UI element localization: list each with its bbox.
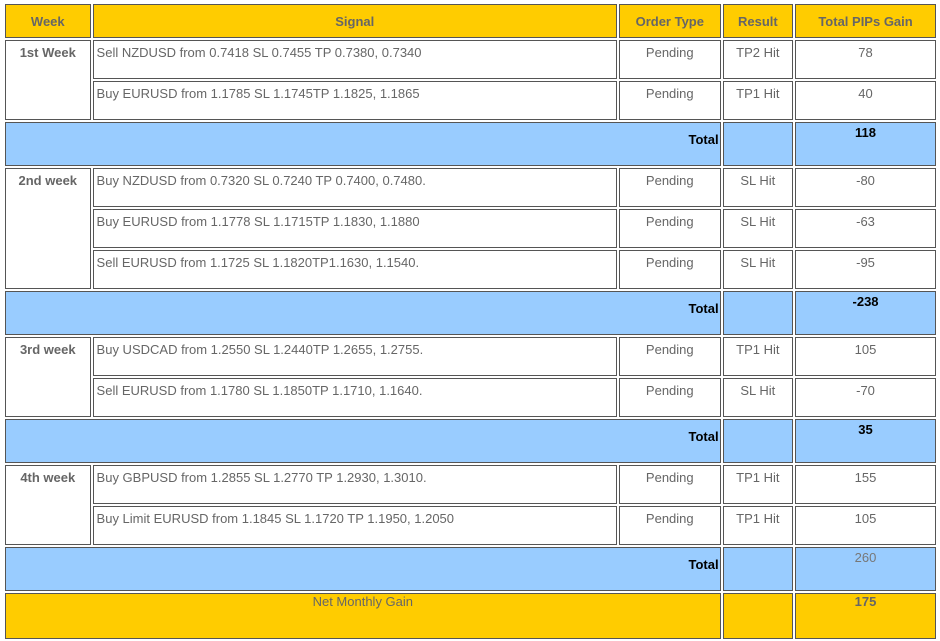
header-row: Week Signal Order Type Result Total PIPs… — [5, 4, 936, 38]
net-gain-row: Net Monthly Gain 175 — [5, 593, 936, 639]
table-row: 3rd week Buy USDCAD from 1.2550 SL 1.244… — [5, 337, 936, 417]
table-row: Buy EURUSD from 1.1785 SL 1.1745TP 1.182… — [5, 81, 936, 120]
signal-cell: Buy EURUSD from 1.1778 SL 1.1715TP 1.183… — [92, 209, 617, 248]
order-type-cell: Pending — [618, 506, 721, 545]
total-row: Total 35 — [5, 419, 936, 463]
pips-cell: -95 — [795, 250, 936, 289]
result-cell: TP2 Hit — [722, 40, 794, 79]
net-gain-spacer — [722, 593, 794, 639]
signal-cell: Sell EURUSD from 1.1780 SL 1.1850TP 1.17… — [92, 378, 617, 417]
pips-cell: -63 — [795, 209, 936, 248]
result-cell: TP1 Hit — [722, 337, 794, 376]
result-cell: TP1 Hit — [722, 506, 794, 545]
week-label: 3rd week — [5, 337, 91, 417]
total-row: Total 260 — [5, 547, 936, 591]
total-value: 260 — [795, 547, 936, 591]
pips-cell: -70 — [795, 378, 936, 417]
result-cell: TP1 Hit — [722, 465, 794, 504]
signal-cell: Buy EURUSD from 1.1785 SL 1.1745TP 1.182… — [92, 81, 617, 120]
week-label: 2nd week — [5, 168, 91, 289]
signal-cell: Buy NZDUSD from 0.7320 SL 0.7240 TP 0.74… — [92, 168, 617, 207]
order-type-cell: Pending — [618, 209, 721, 248]
order-type-cell: Pending — [618, 465, 721, 504]
total-label: Total — [5, 547, 721, 591]
total-label: Total — [5, 419, 721, 463]
order-type-cell: Pending — [618, 81, 721, 120]
total-spacer — [722, 291, 794, 335]
order-type-cell: Pending — [618, 337, 721, 376]
total-value: 35 — [795, 419, 936, 463]
total-label: Total — [5, 122, 721, 166]
table-row: 4th week Buy GBPUSD from 1.2855 SL 1.277… — [5, 465, 936, 545]
header-result: Result — [722, 4, 794, 38]
net-gain-label: Net Monthly Gain — [5, 593, 721, 639]
header-order-type: Order Type — [618, 4, 721, 38]
total-row: Total -238 — [5, 291, 936, 335]
total-spacer — [722, 122, 794, 166]
order-type-cell: Pending — [618, 250, 721, 289]
table-row: Sell EURUSD from 1.1780 SL 1.1850TP 1.17… — [5, 378, 936, 417]
total-value: -238 — [795, 291, 936, 335]
pips-cell: 40 — [795, 81, 936, 120]
order-type-cell: Pending — [618, 378, 721, 417]
header-signal: Signal — [92, 4, 617, 38]
total-spacer — [722, 419, 794, 463]
week-label: 4th week — [5, 465, 91, 545]
total-spacer — [722, 547, 794, 591]
week-label: 1st Week — [5, 40, 91, 120]
result-cell: SL Hit — [722, 209, 794, 248]
signal-cell: Buy GBPUSD from 1.2855 SL 1.2770 TP 1.29… — [92, 465, 617, 504]
header-total-pips: Total PIPs Gain — [795, 4, 936, 38]
result-cell: TP1 Hit — [722, 81, 794, 120]
table-row: Sell EURUSD from 1.1725 SL 1.1820TP1.163… — [5, 250, 936, 289]
pips-cell: 155 — [795, 465, 936, 504]
order-type-cell: Pending — [618, 40, 721, 79]
result-cell: SL Hit — [722, 378, 794, 417]
total-row: Total 118 — [5, 122, 936, 166]
order-type-cell: Pending — [618, 168, 721, 207]
result-cell: SL Hit — [722, 168, 794, 207]
signal-cell: Buy USDCAD from 1.2550 SL 1.2440TP 1.265… — [92, 337, 617, 376]
table-row: 1st Week Sell NZDUSD from 0.7418 SL 0.74… — [5, 40, 936, 120]
header-week: Week — [5, 4, 91, 38]
pips-cell: 105 — [795, 337, 936, 376]
pips-cell: 78 — [795, 40, 936, 79]
net-gain-value: 175 — [795, 593, 936, 639]
signal-cell: Sell NZDUSD from 0.7418 SL 0.7455 TP 0.7… — [92, 40, 617, 79]
signal-cell: Sell EURUSD from 1.1725 SL 1.1820TP1.163… — [92, 250, 617, 289]
pips-cell: 105 — [795, 506, 936, 545]
table-row: Buy EURUSD from 1.1778 SL 1.1715TP 1.183… — [5, 209, 936, 248]
table-row: Buy Limit EURUSD from 1.1845 SL 1.1720 T… — [5, 506, 936, 545]
table-row: 2nd week Buy NZDUSD from 0.7320 SL 0.724… — [5, 168, 936, 289]
total-label: Total — [5, 291, 721, 335]
pips-cell: -80 — [795, 168, 936, 207]
signals-table: Week Signal Order Type Result Total PIPs… — [3, 2, 938, 641]
result-cell: SL Hit — [722, 250, 794, 289]
total-value: 118 — [795, 122, 936, 166]
signal-cell: Buy Limit EURUSD from 1.1845 SL 1.1720 T… — [92, 506, 617, 545]
